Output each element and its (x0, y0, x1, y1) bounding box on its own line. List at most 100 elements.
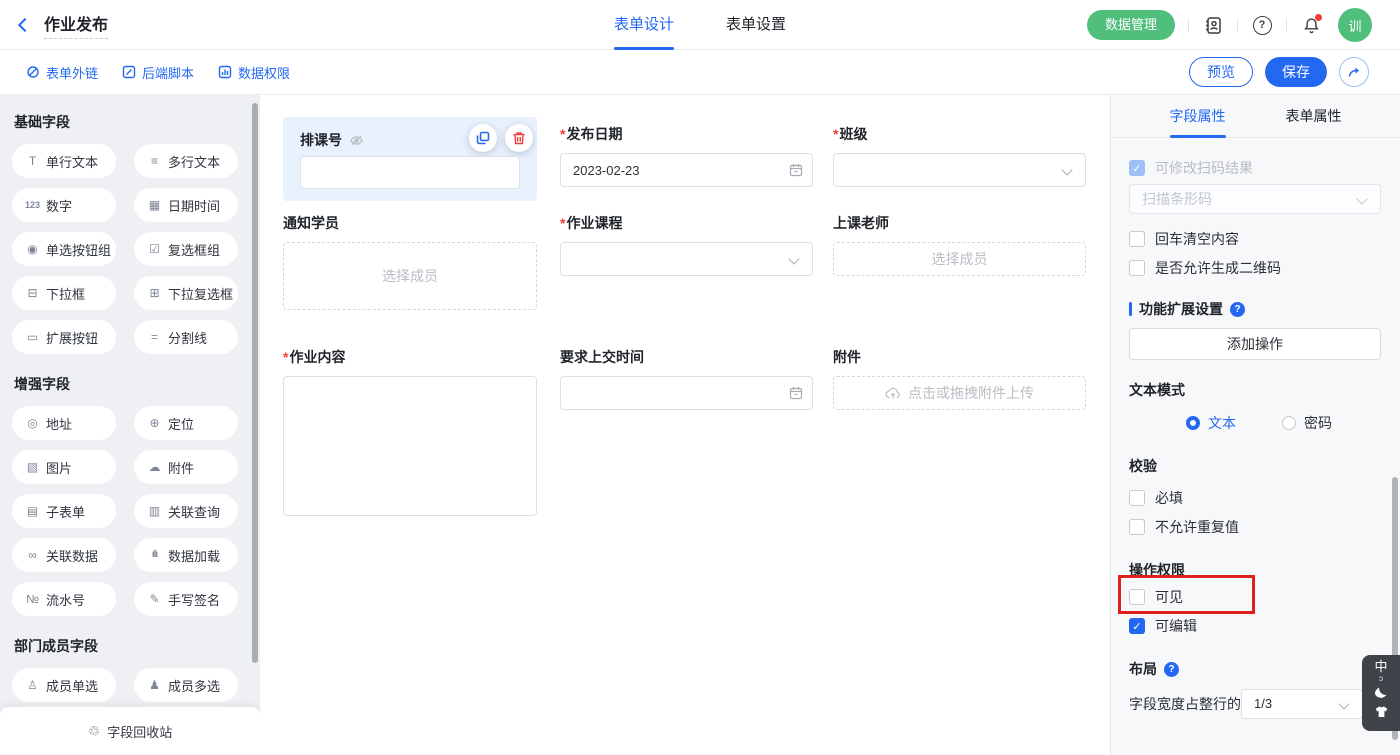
date-input[interactable] (560, 376, 813, 410)
field-input[interactable] (300, 156, 520, 189)
scan-type-select[interactable]: 扫描条形码 (1129, 184, 1381, 214)
ime-toggle[interactable]: 中 (1374, 660, 1387, 674)
notification-dot (1315, 14, 1322, 21)
canvas-field[interactable]: 通知学员 选择成员 (283, 213, 537, 310)
sidebar-field-item[interactable]: ♟成员多选 (134, 668, 238, 702)
form-external-link[interactable]: 表单外链 (26, 63, 98, 82)
field-type-icon: T (25, 155, 40, 167)
sidebar-field-item[interactable]: №流水号 (12, 582, 116, 616)
save-button[interactable]: 保存 (1265, 57, 1327, 87)
field-label: 附件 (833, 347, 1086, 367)
ime-mark: ɔ (1379, 676, 1383, 682)
add-action-button[interactable]: 添加操作 (1129, 328, 1381, 360)
annotation-highlight (1118, 575, 1255, 614)
sidebar-field-item[interactable]: =分割线 (134, 320, 238, 354)
page-title[interactable]: 作业发布 (44, 11, 108, 39)
field-label: *发布日期 (560, 124, 813, 144)
textarea-input[interactable] (283, 376, 537, 516)
checkbox-scan-result[interactable]: ✓ (1129, 160, 1145, 176)
field-type-icon: № (25, 593, 40, 605)
share-button[interactable] (1339, 57, 1369, 87)
sidebar-field-item[interactable]: ∞关联数据 (12, 538, 116, 572)
section-title-member-fields: 部门成员字段 (14, 638, 246, 654)
checkbox-editable[interactable]: ✓ (1129, 618, 1145, 634)
notification-bell-icon[interactable] (1300, 14, 1322, 36)
canvas-field[interactable]: *作业课程 (560, 213, 813, 276)
field-type-icon: ılı (147, 550, 162, 560)
sidebar-field-item[interactable]: ◉单选按钮组 (12, 232, 116, 266)
sidebar-scrollbar[interactable] (252, 103, 258, 663)
chevron-down-icon (1356, 193, 1367, 204)
checkbox-no-duplicate[interactable] (1129, 519, 1145, 535)
checkbox-enter-clear[interactable] (1129, 231, 1145, 247)
dark-mode-moon-icon[interactable] (1372, 684, 1390, 702)
sidebar-field-item[interactable]: ♙成员单选 (12, 668, 116, 702)
canvas-field[interactable]: 要求上交时间 (560, 347, 813, 410)
date-input[interactable] (560, 153, 813, 187)
preview-button[interactable]: 预览 (1189, 57, 1253, 87)
field-recycle-bin[interactable]: ♲ 字段回收站 (0, 707, 260, 755)
properties-panel: 字段属性 表单属性 ✓ 可修改扫码结果 扫描条形码 回车清空内容 是否允许生成二… (1110, 95, 1400, 755)
sidebar-field-item[interactable]: ⊞下拉复选框 (134, 276, 238, 310)
copy-field-button[interactable] (469, 124, 497, 152)
field-type-icon: ⊕ (147, 417, 162, 429)
member-picker[interactable]: 选择成员 (833, 242, 1086, 276)
tab-form-settings[interactable]: 表单设置 (726, 0, 786, 50)
canvas-field[interactable]: 上课老师 选择成员 (833, 213, 1086, 276)
field-type-icon: ▦ (147, 199, 162, 211)
member-picker[interactable]: 选择成员 (283, 242, 537, 310)
sidebar-field-item[interactable]: ✎手写签名 (134, 582, 238, 616)
sidebar-field-item[interactable]: ▧图片 (12, 450, 116, 484)
tab-form-properties[interactable]: 表单属性 (1286, 95, 1342, 138)
sub-toolbar: 表单外链 后端脚本 数据权限 预览 保存 (0, 50, 1400, 95)
contact-book-icon[interactable] (1202, 14, 1224, 36)
basic-fields-grid: T单行文本 ≡多行文本 123数字 ▦日期时间 ◉单选按钮组 ☑复选框组 ⊟下拉… (12, 144, 248, 354)
scan-result-option: ✓ 可修改扫码结果 (1129, 158, 1253, 178)
checkbox-qrcode[interactable] (1129, 260, 1145, 276)
backend-script-link[interactable]: 后端脚本 (122, 63, 194, 82)
sidebar-field-item[interactable]: ⊟下拉框 (12, 276, 116, 310)
canvas-field[interactable]: *作业内容 (283, 347, 537, 521)
sidebar-field-item[interactable]: ☁附件 (134, 450, 238, 484)
help-icon[interactable]: ? (1164, 662, 1179, 677)
extension-settings-title: 功能扩展设置 ? (1129, 299, 1245, 319)
sidebar-field-item[interactable]: ⊕定位 (134, 406, 238, 440)
sidebar-field-item[interactable]: 123数字 (12, 188, 116, 222)
tab-form-design[interactable]: 表单设计 (614, 0, 674, 50)
sidebar-field-item[interactable]: ▭扩展按钮 (12, 320, 116, 354)
canvas-field[interactable]: *班级 (833, 124, 1086, 187)
section-title-enhanced-fields: 增强字段 (14, 376, 246, 392)
sidebar-field-item[interactable]: ▤子表单 (12, 494, 116, 528)
canvas-field[interactable]: 附件 点击或拖拽附件上传 (833, 347, 1086, 410)
field-type-icon: = (147, 331, 162, 343)
share-arrow-icon (1347, 65, 1361, 79)
upload-dropzone[interactable]: 点击或拖拽附件上传 (833, 376, 1086, 410)
sidebar-field-item[interactable]: ≡多行文本 (134, 144, 238, 178)
radio-option-password[interactable]: 密码 (1282, 413, 1332, 433)
avatar[interactable]: 训 (1338, 8, 1372, 42)
select-input[interactable] (560, 242, 813, 276)
help-icon[interactable]: ? (1251, 14, 1273, 36)
field-type-icon: ♙ (25, 679, 40, 691)
sidebar-field-item[interactable]: ▦日期时间 (134, 188, 238, 222)
canvas-field-selected[interactable]: 排课号 (283, 117, 537, 201)
tab-field-properties[interactable]: 字段属性 (1170, 95, 1226, 138)
theme-shirt-icon[interactable] (1373, 704, 1390, 719)
select-input[interactable] (833, 153, 1086, 187)
checkbox-required[interactable] (1129, 490, 1145, 506)
radio-option-text[interactable]: 文本 (1186, 413, 1236, 433)
field-width-select[interactable]: 1/3 (1241, 689, 1363, 719)
data-permission-link[interactable]: 数据权限 (218, 63, 290, 82)
sidebar-field-item[interactable]: ılı数据加载 (134, 538, 238, 572)
sidebar-field-item[interactable]: ◎地址 (12, 406, 116, 440)
sidebar-field-item[interactable]: T单行文本 (12, 144, 116, 178)
back-icon[interactable] (18, 17, 32, 31)
form-canvas: 排课号 *发布日期 (260, 95, 1110, 755)
delete-field-button[interactable] (505, 124, 533, 152)
help-icon[interactable]: ? (1230, 302, 1245, 317)
sidebar-field-item[interactable]: ☑复选框组 (134, 232, 238, 266)
toolbar-actions: 预览 保存 (1189, 57, 1369, 87)
sidebar-field-item[interactable]: ▥关联查询 (134, 494, 238, 528)
data-manage-button[interactable]: 数据管理 (1087, 10, 1175, 40)
canvas-field[interactable]: *发布日期 (560, 124, 813, 187)
